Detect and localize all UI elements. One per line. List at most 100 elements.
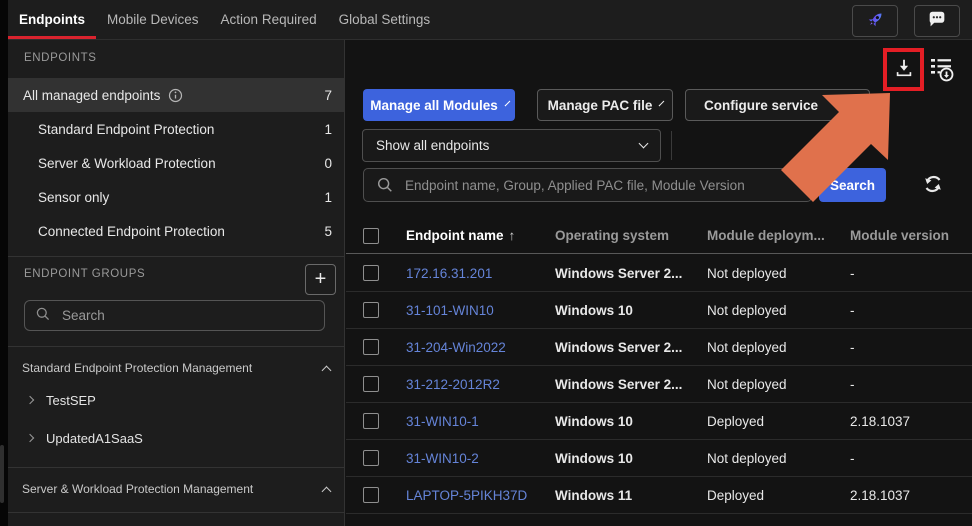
tab-endpoints[interactable]: Endpoints (8, 0, 96, 39)
sidebar-item-label: Standard Endpoint Protection (38, 122, 324, 137)
row-select-cell (363, 302, 389, 318)
module-version-cell: - (850, 451, 972, 466)
row-checkbox[interactable] (363, 450, 379, 466)
manage-pac-file-button[interactable]: Manage PAC file (537, 89, 673, 121)
sidebar-item-all-managed-endpoints[interactable]: All managed endpoints7 (8, 78, 344, 112)
configure-service-button[interactable]: Configure service (685, 89, 870, 121)
group-section-server-workload-protection-management[interactable]: Server & Workload Protection Management (8, 476, 344, 502)
row-checkbox[interactable] (363, 487, 379, 503)
refresh-icon (921, 172, 945, 199)
plus-icon: + (315, 268, 327, 291)
feedback-button[interactable] (914, 5, 960, 37)
group-search-box (24, 300, 325, 331)
row-select-cell (363, 487, 389, 503)
manage-pac-file-label: Manage PAC file (548, 98, 653, 113)
group-item-updateda1saas[interactable]: UpdatedA1SaaS (8, 419, 344, 457)
add-group-button[interactable]: + (305, 264, 336, 295)
group-section-label: Server & Workload Protection Management (22, 482, 323, 496)
module-version-cell: 2.18.1037 (850, 488, 972, 503)
operating-system-cell: Windows 11 (555, 488, 707, 503)
column-header-endpoint-name[interactable]: Endpoint name↑ (406, 228, 555, 243)
group-search-input[interactable] (60, 307, 314, 324)
endpoint-name-link[interactable]: 31-WIN10-1 (406, 414, 555, 429)
search-icon (376, 176, 394, 197)
endpoint-name-link[interactable]: 31-212-2012R2 (406, 377, 555, 392)
whats-new-button[interactable] (852, 5, 898, 37)
chat-bubble-icon (926, 9, 948, 34)
row-checkbox[interactable] (363, 265, 379, 281)
tab-action-required[interactable]: Action Required (210, 0, 328, 39)
sidebar-item-label: Server & Workload Protection (38, 156, 324, 171)
manage-all-modules-button[interactable]: Manage all Modules (363, 89, 515, 121)
search-button-label: Search (830, 178, 875, 193)
sidebar-item-label: All managed endpoints (23, 88, 324, 103)
group-section-label: Standard Endpoint Protection Management (22, 361, 323, 375)
module-deployment-cell: Deployed (707, 414, 850, 429)
endpoint-count: 0 (324, 156, 332, 171)
endpoints-sidebar: ENDPOINTS All managed endpoints7Standard… (8, 40, 345, 526)
column-header-module-deploym[interactable]: Module deploym... (707, 228, 850, 243)
main-tabs: EndpointsMobile DevicesAction RequiredGl… (8, 0, 972, 39)
endpoint-filter-dropdown[interactable]: Show all endpoints (362, 129, 661, 162)
refresh-button[interactable] (920, 172, 946, 198)
tab-global-settings[interactable]: Global Settings (328, 0, 442, 39)
column-header-module-version[interactable]: Module version (850, 228, 972, 243)
sidebar-item-connected-endpoint-protection[interactable]: Connected Endpoint Protection5 (8, 214, 344, 248)
chevron-right-icon[interactable] (26, 396, 34, 404)
row-checkbox[interactable] (363, 376, 379, 392)
row-select-cell (363, 376, 389, 392)
export-history-button[interactable] (926, 54, 956, 86)
row-select-cell (363, 413, 389, 429)
group-item-testsep[interactable]: TestSEP (8, 381, 344, 419)
row-checkbox[interactable] (363, 413, 379, 429)
info-icon[interactable] (168, 88, 183, 103)
sidebar-item-server-workload-protection[interactable]: Server & Workload Protection0 (8, 146, 344, 180)
group-item-label: TestSEP (46, 393, 96, 408)
row-select-cell (363, 265, 389, 281)
select-all-checkbox[interactable] (363, 228, 379, 244)
sidebar-item-label: Connected Endpoint Protection (38, 224, 324, 239)
row-select-cell (363, 339, 389, 355)
column-header-operating-system[interactable]: Operating system (555, 228, 707, 243)
chevron-down-icon (659, 100, 665, 106)
endpoint-name-link[interactable]: LAPTOP-5PIKH37D (406, 488, 555, 503)
operating-system-cell: Windows Server 2... (555, 377, 707, 392)
module-deployment-cell: Not deployed (707, 340, 850, 355)
module-version-cell: - (850, 377, 972, 392)
sidebar-divider (8, 512, 344, 513)
row-checkbox[interactable] (363, 302, 379, 318)
sidebar-item-label: Sensor only (38, 190, 324, 205)
module-version-cell: - (850, 340, 972, 355)
endpoint-name-link[interactable]: 31-204-Win2022 (406, 340, 555, 355)
endpoint-search-box (363, 168, 812, 202)
chevron-right-icon[interactable] (26, 434, 34, 442)
toolbar-divider (671, 131, 672, 160)
sidebar-item-standard-endpoint-protection[interactable]: Standard Endpoint Protection1 (8, 112, 344, 146)
sidebar-divider (8, 346, 344, 347)
table-row: 172.16.31.201Windows Server 2...Not depl… (346, 255, 972, 292)
module-deployment-cell: Not deployed (707, 377, 850, 392)
download-icon (893, 57, 915, 82)
left-scrollbar-thumb[interactable] (0, 445, 4, 503)
row-select-cell (363, 450, 389, 466)
group-section-standard-endpoint-protection-management[interactable]: Standard Endpoint Protection Management (8, 355, 344, 381)
endpoint-search-input[interactable] (363, 168, 812, 202)
module-deployment-cell: Deployed (707, 488, 850, 503)
sidebar-divider (8, 467, 344, 468)
table-row: 31-WIN10-1Windows 10Deployed2.18.1037 (346, 403, 972, 440)
endpoint-groups-header: ENDPOINT GROUPS (24, 268, 145, 280)
table-header-row: Endpoint name↑Operating systemModule dep… (346, 218, 972, 254)
endpoint-name-link[interactable]: 172.16.31.201 (406, 266, 555, 281)
module-deployment-cell: Not deployed (707, 266, 850, 281)
row-checkbox[interactable] (363, 339, 379, 355)
endpoint-name-link[interactable]: 31-WIN10-2 (406, 451, 555, 466)
module-deployment-cell: Not deployed (707, 303, 850, 318)
sidebar-item-sensor-only[interactable]: Sensor only1 (8, 180, 344, 214)
search-button[interactable]: Search (819, 168, 886, 202)
endpoint-table-body: 172.16.31.201Windows Server 2...Not depl… (346, 255, 972, 514)
tab-mobile-devices[interactable]: Mobile Devices (96, 0, 210, 39)
endpoint-name-link[interactable]: 31-101-WIN10 (406, 303, 555, 318)
export-button[interactable] (893, 57, 915, 82)
chevron-down-icon (504, 100, 510, 106)
endpoint-count: 5 (324, 224, 332, 239)
